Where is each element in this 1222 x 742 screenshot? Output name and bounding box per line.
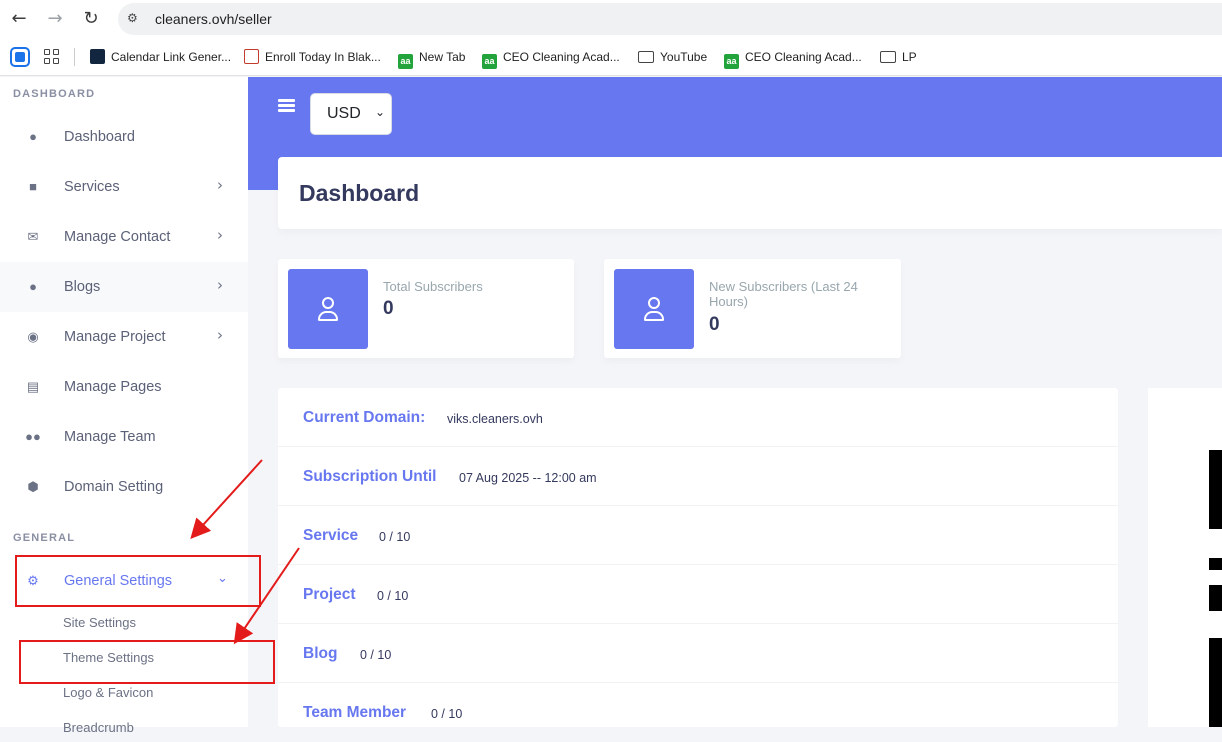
arrow-to-general-settings xyxy=(190,459,263,539)
arrow-to-theme-settings xyxy=(233,547,300,645)
annotation-arrows xyxy=(190,459,300,645)
